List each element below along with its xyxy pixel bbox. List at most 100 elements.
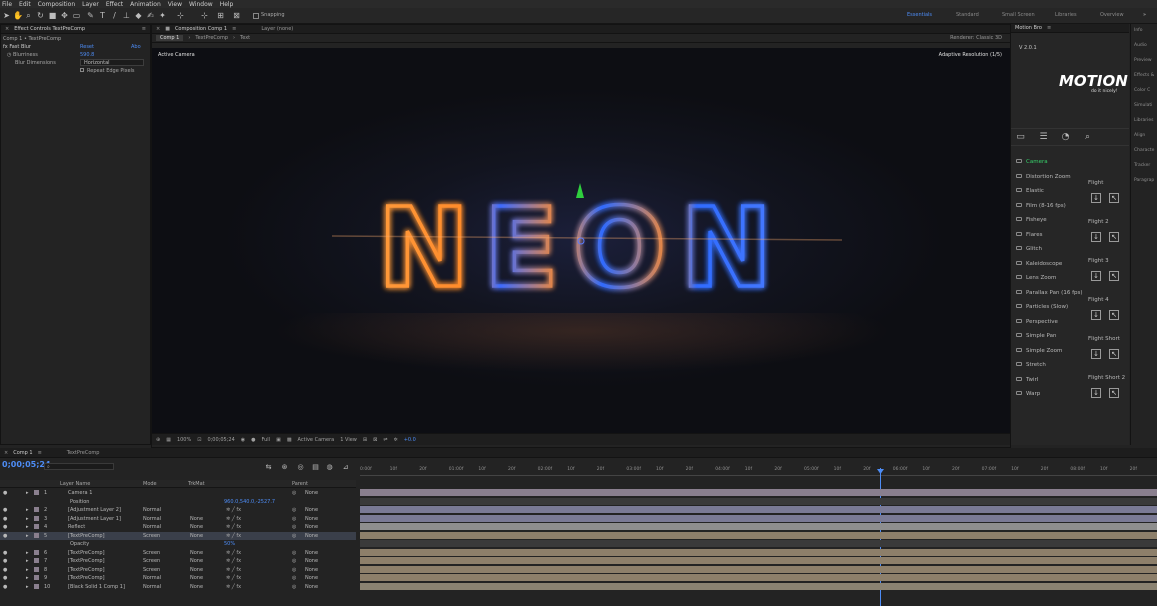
menu-help[interactable]: Help — [220, 1, 234, 8]
layer-search-input[interactable]: ⌕ — [44, 463, 114, 470]
composition-viewer[interactable]: NEON Active Camera Adaptive Resolution (… — [152, 48, 1010, 433]
rotate-tool-icon[interactable]: ↻ — [36, 11, 45, 20]
parent-pickwhip-icon[interactable]: ◎ — [292, 516, 296, 522]
repeat-edge-pixels-checkbox[interactable]: Repeat Edge Pixels — [80, 68, 135, 74]
panel-close-icon[interactable]: × — [4, 450, 8, 456]
right-panel-tab[interactable]: Libraries — [1134, 118, 1153, 123]
switches-icon[interactable]: ✲ ╱ fx — [226, 575, 241, 581]
category-item[interactable]: Parallax Pan (16 fps) — [1016, 289, 1083, 296]
right-panel-tab[interactable]: Effects & — [1134, 73, 1154, 78]
draft-3d-icon[interactable]: ⊛ — [280, 463, 289, 472]
comp-flowchart-icon[interactable]: ⇆ — [264, 463, 273, 472]
neon-text[interactable]: NEON — [376, 182, 787, 314]
zoom-tool-icon[interactable]: ⌕ — [24, 11, 33, 20]
layer-name[interactable]: [TextPreComp] — [68, 558, 105, 564]
clone-tool-icon[interactable]: ⊥ — [122, 11, 131, 20]
reset-link[interactable]: Reset — [80, 44, 94, 50]
trkmat-dropdown[interactable]: None — [190, 524, 203, 530]
menu-animation[interactable]: Animation — [130, 1, 161, 8]
layer-row[interactable]: ● ▸ 3 [Adjustment Layer 1] Normal None ✲ ╱ fx ◎… — [0, 515, 356, 523]
panel-menu-icon[interactable]: ≡ — [38, 450, 42, 456]
motion-blur-icon[interactable]: ◍ — [325, 463, 334, 472]
trkmat-dropdown[interactable]: None — [190, 516, 203, 522]
blurriness-value[interactable]: 590.8 — [80, 52, 94, 58]
right-panel-tab[interactable]: Characte — [1134, 148, 1154, 153]
mode-dropdown[interactable]: Normal — [143, 575, 161, 581]
local-axis-icon[interactable]: ⊹ — [200, 11, 209, 20]
menu-file[interactable]: File — [2, 1, 12, 8]
layer-row[interactable]: ● ▸ 4 Reflect Normal None ✲ ╱ fx ◎ None — [0, 523, 356, 531]
preset-thumbnail-icon[interactable]: ↖ — [1109, 271, 1119, 281]
layer-duration-bar[interactable] — [360, 497, 1157, 505]
frame-blend-icon[interactable]: ▤ — [311, 463, 320, 472]
category-item[interactable]: Flares — [1016, 231, 1042, 238]
selection-tool-icon[interactable]: ➤ — [2, 11, 11, 20]
trkmat-header[interactable]: TrkMat — [188, 481, 205, 487]
visibility-toggle-icon[interactable]: ● — [3, 490, 7, 496]
zoom-dropdown[interactable]: 100% — [177, 437, 191, 443]
preset-thumbnail-icon[interactable]: ↓ — [1091, 271, 1101, 281]
preset-thumbnail-icon[interactable]: ↖ — [1109, 349, 1119, 359]
panel-close-icon[interactable]: × — [156, 26, 160, 32]
panel-close-icon[interactable]: × — [5, 26, 9, 32]
layer-name[interactable]: [Adjustment Layer 2] — [68, 507, 121, 513]
category-item[interactable]: Elastic — [1016, 188, 1044, 194]
right-panel-tab[interactable]: Paragrap — [1134, 178, 1154, 183]
preset-thumbnail-icon[interactable]: ↓ — [1091, 193, 1101, 203]
visibility-toggle-icon[interactable]: ● — [3, 507, 7, 513]
trkmat-dropdown[interactable]: None — [190, 584, 203, 590]
panel-menu-icon[interactable]: ≡ — [142, 26, 150, 32]
layer-row[interactable]: ● ▸ 6 [TextPreComp] Screen None ✲ ╱ fx ◎ None — [0, 549, 356, 557]
current-time-display[interactable]: 0;00;05;24 — [207, 437, 234, 443]
panel-menu-icon[interactable]: ≡ — [232, 26, 236, 32]
timeline-tab-comp1[interactable]: Comp 1 — [13, 450, 32, 456]
quality-dropdown[interactable]: Full — [262, 437, 271, 443]
switches-icon[interactable]: ✲ ╱ fx — [226, 584, 241, 590]
layer-row[interactable]: ● ▸ 2 [Adjustment Layer 2] Normal ✲ ╱ fx ◎ None — [0, 506, 356, 514]
right-panel-tab[interactable]: Info — [1134, 28, 1143, 33]
parent-dropdown[interactable]: None — [305, 584, 318, 590]
parent-dropdown[interactable]: None — [305, 524, 318, 530]
right-panel-tab[interactable]: Tracker — [1134, 163, 1150, 168]
parent-dropdown[interactable]: None — [305, 533, 318, 539]
right-panel-tab[interactable]: Simulati — [1134, 103, 1152, 108]
preset-thumbnail-icon[interactable]: ↖ — [1109, 232, 1119, 242]
preset-thumbnail-icon[interactable]: ↖ — [1109, 388, 1119, 398]
mode-dropdown[interactable]: Screen — [143, 567, 160, 573]
parent-pickwhip-icon[interactable]: ◎ — [292, 490, 296, 496]
layer-label-color[interactable] — [34, 507, 39, 512]
parent-dropdown[interactable]: None — [305, 558, 318, 564]
channel-icon[interactable]: ● — [251, 437, 255, 443]
category-item[interactable]: Simple Pan — [1016, 333, 1056, 339]
workspace-standard[interactable]: Standard — [956, 12, 979, 18]
parent-dropdown[interactable]: None — [305, 575, 318, 581]
parent-dropdown[interactable]: None — [305, 550, 318, 556]
shy-icon[interactable]: ◎ — [296, 463, 305, 472]
pixel-aspect-icon[interactable]: ⊞ — [363, 437, 367, 443]
menu-composition[interactable]: Composition — [38, 1, 75, 8]
workspace-libraries[interactable]: Libraries — [1055, 12, 1077, 18]
layer-name[interactable]: Reflect — [68, 524, 85, 530]
flowchart-icon[interactable]: ⇌ — [383, 437, 387, 443]
blur-dimensions-dropdown[interactable]: Horizontal — [80, 59, 144, 66]
menu-view[interactable]: View — [168, 1, 182, 8]
layer-label-color[interactable] — [34, 583, 39, 589]
sliders-icon[interactable]: ☰ — [1039, 133, 1048, 142]
mode-dropdown[interactable]: Normal — [143, 524, 161, 530]
parent-pickwhip-icon[interactable]: ◎ — [292, 550, 296, 556]
category-item[interactable]: Kaleidoscope — [1016, 260, 1062, 267]
category-item[interactable]: Fisheye — [1016, 217, 1047, 223]
world-axis-icon[interactable]: ⊞ — [216, 11, 225, 20]
layer-duration-bar[interactable] — [360, 540, 1157, 547]
trkmat-dropdown[interactable]: None — [190, 567, 203, 573]
switches-icon[interactable]: ✲ ╱ fx — [226, 507, 241, 513]
time-ruler[interactable]: 0:00f 10f 20f 01:00f 10f 20f 02:00f 10f 20f 03:00… — [360, 466, 1157, 476]
lock-icon[interactable]: ■ — [165, 26, 170, 32]
layer-duration-bar[interactable] — [360, 548, 1157, 556]
category-item[interactable]: Particles (Slow) — [1016, 304, 1068, 310]
layer-expand-icon[interactable]: ▸ — [26, 516, 29, 522]
crumb-text[interactable]: Text — [240, 35, 250, 41]
crumb-textprecomp[interactable]: TextPreComp — [195, 35, 228, 41]
dial-icon[interactable]: ◔ — [1061, 133, 1070, 142]
menu-edit[interactable]: Edit — [19, 1, 31, 8]
